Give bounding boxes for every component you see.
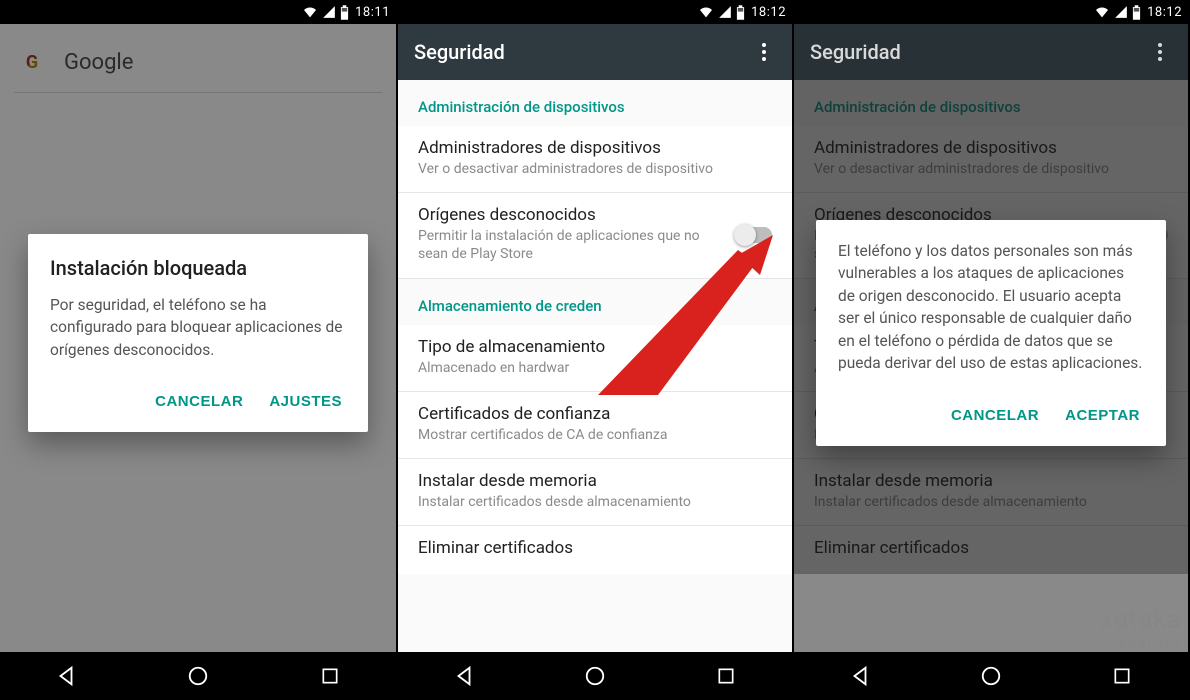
overflow-menu-icon[interactable] [752, 40, 776, 64]
settings-list-dimmed: Administración de dispositivos Administr… [794, 80, 1188, 652]
overflow-menu-icon[interactable] [1148, 40, 1172, 64]
accept-button[interactable]: ACEPTAR [1061, 401, 1144, 430]
status-bar: 18:11 [0, 0, 396, 24]
row-clear-certs[interactable]: Eliminar certificados [398, 526, 792, 574]
row-device-admins[interactable]: Administradores de dispositivos Ver o de… [398, 126, 792, 193]
row-storage-type[interactable]: Tipo de almacenamiento Almacenado en har… [398, 325, 792, 392]
row-install-memory[interactable]: Instalar desde memoria Instalar certific… [398, 459, 792, 526]
phone-screen-1: 18:11 Google Instalación bloqueada Por s… [0, 0, 396, 700]
phone-screen-3: 18:12 Seguridad Administración de dispos… [792, 0, 1188, 700]
nav-back-icon[interactable] [450, 662, 478, 690]
unknown-sources-toggle[interactable] [736, 227, 772, 243]
app-bar: Seguridad [794, 24, 1188, 80]
nav-back-icon[interactable] [52, 662, 80, 690]
signal-icon [322, 5, 336, 19]
status-time: 18:12 [751, 5, 786, 20]
status-bar: 18:12 [398, 0, 792, 24]
nav-home-icon[interactable] [581, 662, 609, 690]
status-time: 18:12 [1147, 5, 1182, 20]
row-trusted-certs[interactable]: Certificados de confianza Mostrar certif… [398, 392, 792, 459]
app-bar: Seguridad [398, 24, 792, 80]
install-blocked-dialog: Instalación bloqueada Por seguridad, el … [28, 234, 368, 432]
nav-bar [794, 652, 1188, 700]
screen1-content: Google Instalación bloqueada Por segurid… [0, 24, 396, 652]
nav-home-icon[interactable] [977, 662, 1005, 690]
status-bar: 18:12 [794, 0, 1188, 24]
phone-screen-2: 18:12 Seguridad Administración de dispos… [396, 0, 792, 700]
section-device-admin: Administración de dispositivos [398, 80, 792, 126]
status-time: 18:11 [355, 5, 390, 20]
settings-list: Administración de dispositivos Administr… [398, 80, 792, 652]
nav-bar [398, 652, 792, 700]
nav-recent-icon[interactable] [1108, 662, 1136, 690]
app-bar-title: Seguridad [810, 40, 901, 64]
section-cred-storage: Almacenamiento de creden [398, 279, 792, 325]
wifi-icon [1094, 4, 1110, 20]
unknown-sources-confirm-dialog: El teléfono y los datos personales son m… [816, 220, 1166, 446]
nav-recent-icon[interactable] [316, 662, 344, 690]
nav-home-icon[interactable] [184, 662, 212, 690]
battery-icon [340, 5, 349, 20]
nav-recent-icon[interactable] [712, 662, 740, 690]
wifi-icon [302, 4, 318, 20]
cancel-button[interactable]: CANCELAR [947, 401, 1043, 430]
dialog-body: Por seguridad, el teléfono se ha configu… [50, 294, 346, 361]
wifi-icon [698, 4, 714, 20]
row-unknown-sources[interactable]: Orígenes desconocidos Permitir la instal… [398, 193, 792, 278]
signal-icon [718, 5, 732, 19]
nav-back-icon[interactable] [846, 662, 874, 690]
dialog-body: El teléfono y los datos personales son m… [838, 240, 1144, 375]
settings-button[interactable]: AJUSTES [265, 387, 346, 416]
app-bar-title: Seguridad [414, 40, 505, 64]
nav-bar [0, 652, 396, 700]
cancel-button[interactable]: CANCELAR [151, 387, 247, 416]
battery-icon [1132, 5, 1141, 20]
battery-icon [736, 5, 745, 20]
signal-icon [1114, 5, 1128, 19]
dialog-title: Instalación bloqueada [50, 256, 346, 280]
